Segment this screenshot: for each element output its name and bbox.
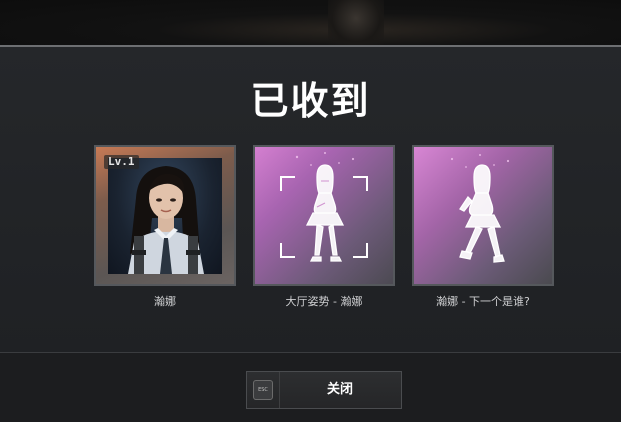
reward-caption-character: 瀚娜 [154,295,176,308]
character-silhouette [328,0,384,46]
emote-figure-icon [450,154,510,263]
reward-card-character[interactable]: Lv.1 [94,145,236,286]
background-scene [0,0,621,46]
pose-figure-icon [280,152,368,262]
character-portrait-icon [128,166,204,274]
esc-key-icon: ESC [253,380,273,400]
reward-card-lobby-pose[interactable] [253,145,395,286]
level-badge: Lv.1 [104,155,139,169]
close-button[interactable]: ESC 关闭 [246,371,402,409]
page-title: 已收到 [250,79,371,123]
reward-card-emote[interactable] [412,145,554,286]
close-button-label: 关闭 [326,382,353,397]
character-portrait [108,158,222,274]
reward-caption-lobby-pose: 大厅姿势 - 瀚娜 [285,295,363,308]
reward-caption-emote: 瀚娜 - 下一个是谁? [436,295,530,308]
